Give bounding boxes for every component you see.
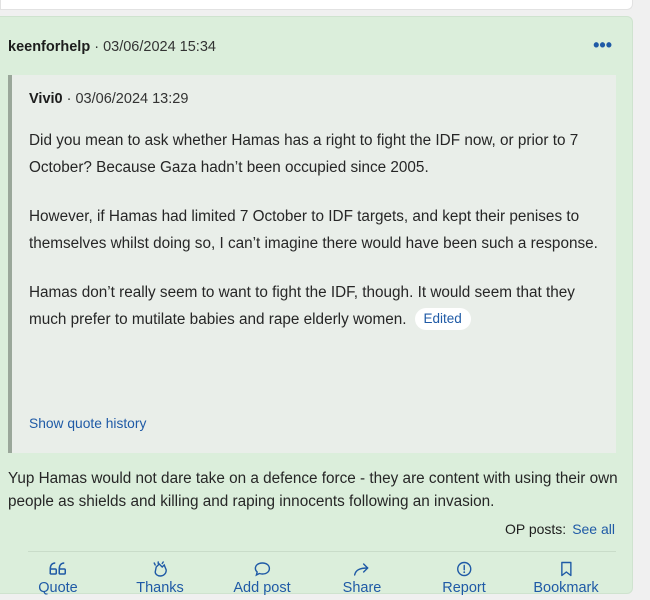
previous-post-card [0,0,633,10]
divider [28,551,616,552]
bookmark-label: Bookmark [533,580,599,596]
post-body: Yup Hamas would not dare take on a defen… [8,470,618,510]
post-actions: Quote Thanks Add post Share Report Bookm… [0,561,633,600]
thanks-button[interactable]: Thanks [136,561,184,597]
quote-author[interactable]: Vivi0 [29,91,63,107]
quote-paragraph: Did you mean to ask whether Hamas has a … [29,132,579,176]
share-arrow-icon [343,561,382,579]
add-post-label: Add post [233,580,291,596]
clapping-hands-icon [136,561,184,579]
quote-header: Vivi0 · 03/06/2024 13:29 [29,91,188,107]
bookmark-button[interactable]: Bookmark [533,561,599,597]
see-all-link[interactable]: See all [572,521,615,537]
post-author[interactable]: keenforhelp [8,39,90,55]
quote-block: Vivi0 · 03/06/2024 13:29 Did you mean to… [8,75,616,453]
scrollbar[interactable] [633,0,650,600]
bookmark-icon [533,561,598,579]
post-card: keenforhelp · 03/06/2024 15:34 ••• Vivi0… [0,16,633,596]
quote-label: Quote [38,580,78,596]
op-posts: OP posts: See all [505,521,615,537]
more-options-button[interactable]: ••• [593,35,612,56]
op-posts-label: OP posts: [504,521,567,537]
thanks-label: Thanks [136,580,184,596]
quote-button[interactable]: Quote [38,561,78,597]
quote-paragraph-text: Hamas don’t really seem to want to fight… [29,284,575,328]
edited-badge: Edited [414,308,471,330]
quote-body: Did you mean to ask whether Hamas has a … [29,127,609,355]
quote-paragraph: Hamas don’t really seem to want to fight… [29,279,609,333]
alert-circle-icon [442,561,486,579]
report-label: Report [442,580,486,596]
share-button[interactable]: Share [342,561,382,597]
post-header: keenforhelp · 03/06/2024 15:34 [8,39,216,55]
quote-timestamp: · 03/06/2024 13:29 [66,91,189,107]
quote-icon [38,561,78,579]
post-timestamp: · 03/06/2024 15:34 [94,39,216,55]
quote-paragraph: However, if Hamas had limited 7 October … [29,208,598,252]
share-label: Share [342,580,382,596]
speech-bubble-icon [233,561,290,579]
show-quote-history-link[interactable]: Show quote history [29,416,146,431]
add-post-button[interactable]: Add post [233,561,291,597]
report-button[interactable]: Report [442,561,486,597]
